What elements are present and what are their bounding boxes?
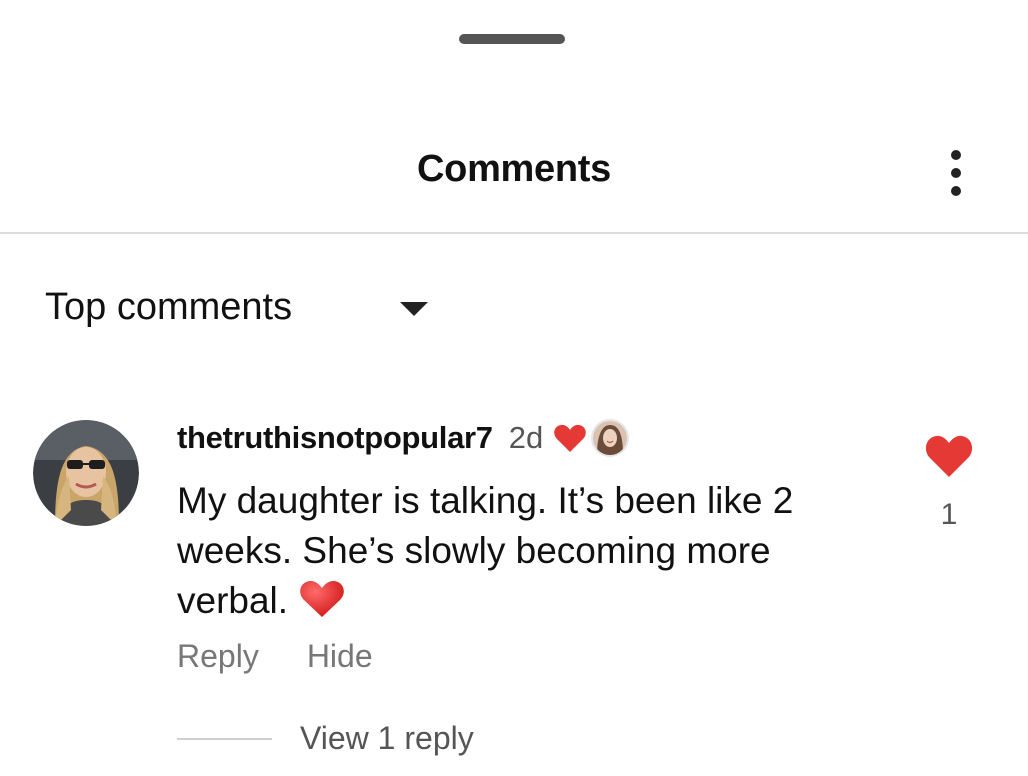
avatar[interactable] bbox=[33, 420, 139, 526]
drag-handle[interactable] bbox=[459, 34, 565, 44]
comment-header: thetruthisnotpopular7 2d bbox=[177, 418, 630, 458]
like-count: 1 bbox=[940, 498, 958, 531]
more-options-button[interactable] bbox=[938, 146, 974, 200]
page-title: Comments bbox=[417, 148, 611, 190]
like-button[interactable] bbox=[924, 433, 974, 479]
view-replies-button[interactable]: View 1 reply bbox=[300, 720, 474, 757]
caret-down-icon[interactable] bbox=[400, 302, 428, 316]
comments-sheet: Comments Top comments thetruthisnotpopul… bbox=[0, 0, 1028, 776]
heart-icon bbox=[925, 435, 973, 477]
comment-text: My daughter is talking. It’s been like 2… bbox=[177, 480, 794, 621]
heart-icon bbox=[553, 423, 587, 453]
sort-dropdown-label[interactable]: Top comments bbox=[45, 286, 292, 329]
more-vertical-icon bbox=[951, 150, 961, 160]
reply-button[interactable]: Reply bbox=[177, 638, 259, 675]
header-divider bbox=[0, 232, 1028, 234]
red-heart-emoji bbox=[298, 579, 346, 619]
replies-divider bbox=[177, 738, 272, 740]
comment-actions: Reply Hide bbox=[177, 638, 373, 675]
comment-timestamp: 2d bbox=[508, 420, 544, 455]
comment-body: My daughter is talking. It’s been like 2… bbox=[177, 476, 877, 626]
creator-avatar bbox=[591, 419, 630, 457]
hide-button[interactable]: Hide bbox=[307, 638, 373, 675]
comment-username[interactable]: thetruthisnotpopular7 bbox=[177, 420, 493, 456]
